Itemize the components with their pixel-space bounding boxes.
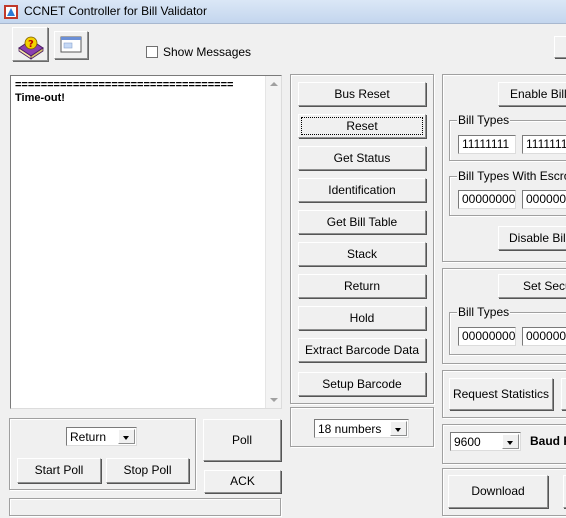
barcode-format-value: 18 numbers xyxy=(318,422,382,436)
bill-types-field-2[interactable]: 1111111 xyxy=(522,135,566,154)
download-button[interactable]: Download xyxy=(448,475,548,508)
help-book-button[interactable]: ? xyxy=(12,27,48,61)
show-messages-label: Show Messages xyxy=(163,45,252,59)
bill-types-label: Bill Types xyxy=(457,113,511,127)
get-bill-table-button[interactable]: Get Bill Table xyxy=(298,210,426,234)
message-log[interactable]: ================================== Time-… xyxy=(10,75,282,409)
start-poll-button[interactable]: Start Poll xyxy=(17,458,101,483)
show-messages-checkbox[interactable] xyxy=(146,46,158,58)
chevron-down-icon[interactable] xyxy=(118,429,135,444)
help-book-icon: ? xyxy=(18,36,44,60)
log-text: ================================== Time-… xyxy=(15,79,234,104)
stack-button[interactable]: Stack xyxy=(298,242,426,266)
reset-button[interactable]: Reset xyxy=(298,114,426,138)
toolbar-right-button[interactable] xyxy=(554,36,566,58)
window-title: CCNET Controller for Bill Validator xyxy=(24,4,207,18)
scroll-up-icon[interactable] xyxy=(270,82,278,86)
window-icon xyxy=(60,36,82,53)
chevron-down-icon[interactable] xyxy=(390,421,407,436)
extract-barcode-data-button[interactable]: Extract Barcode Data xyxy=(298,338,426,362)
security-bill-types-label: Bill Types xyxy=(457,305,511,319)
security-field-1[interactable]: 00000000 xyxy=(458,327,516,346)
baud-rate-select[interactable]: 9600 xyxy=(450,432,521,451)
log-scrollbar[interactable] xyxy=(265,76,281,408)
enable-bill-types-button[interactable]: Enable Bill T xyxy=(498,82,566,106)
chevron-down-icon[interactable] xyxy=(502,434,519,449)
statistics-extra-button[interactable] xyxy=(561,378,566,410)
return-button[interactable]: Return xyxy=(298,274,426,298)
poll-button[interactable]: Poll xyxy=(203,419,281,461)
set-security-button[interactable]: Set Secu xyxy=(498,274,566,298)
security-field-2[interactable]: 0000000 xyxy=(522,327,566,346)
svg-text:?: ? xyxy=(28,39,34,50)
identification-button[interactable]: Identification xyxy=(298,178,426,202)
barcode-format-select[interactable]: 18 numbers xyxy=(314,419,409,438)
app-icon xyxy=(4,5,18,19)
request-statistics-button[interactable]: Request Statistics xyxy=(449,378,553,410)
title-bar: CCNET Controller for Bill Validator xyxy=(0,0,566,24)
disable-bill-types-button[interactable]: Disable Bill T xyxy=(498,226,566,250)
poll-mode-value: Return xyxy=(70,430,107,444)
poll-mode-select[interactable]: Return xyxy=(66,427,137,446)
stop-poll-button[interactable]: Stop Poll xyxy=(106,458,189,483)
escrow-label: Bill Types With Escrow xyxy=(457,169,566,183)
escrow-field-1[interactable]: 00000000 xyxy=(458,190,516,209)
scroll-down-icon[interactable] xyxy=(270,398,278,402)
status-bar xyxy=(9,498,281,516)
bill-types-field-1[interactable]: 11111111 xyxy=(458,135,516,154)
hold-button[interactable]: Hold xyxy=(298,306,426,330)
escrow-field-2[interactable]: 0000000 xyxy=(522,190,566,209)
monitor-window-button[interactable] xyxy=(54,31,88,59)
setup-barcode-button[interactable]: Setup Barcode xyxy=(298,372,426,396)
bus-reset-button[interactable]: Bus Reset xyxy=(298,82,426,106)
baud-rate-label: Baud R xyxy=(530,434,566,448)
ack-button[interactable]: ACK xyxy=(204,470,281,493)
get-status-button[interactable]: Get Status xyxy=(298,146,426,170)
baud-rate-value: 9600 xyxy=(454,435,481,449)
